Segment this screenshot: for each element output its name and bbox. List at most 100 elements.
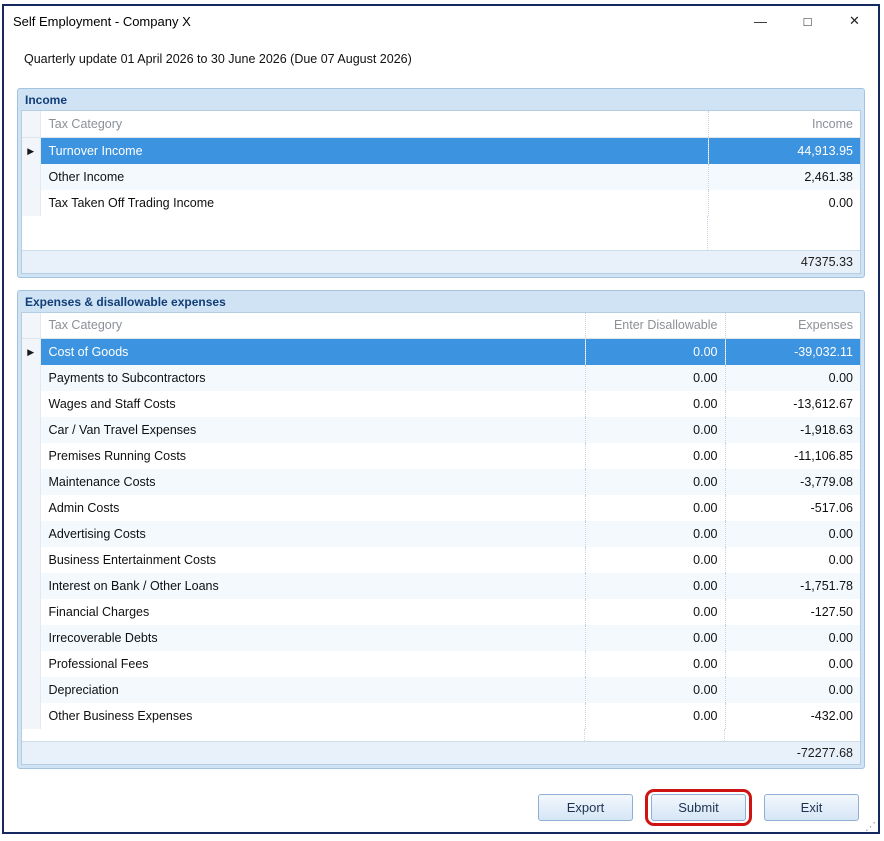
expense-row[interactable]: Premises Running Costs 0.00 -11,106.85 <box>22 443 860 469</box>
expenses-marker-header <box>22 312 41 339</box>
tax-category-cell: Wages and Staff Costs <box>40 391 586 417</box>
disallowable-value-cell[interactable]: 0.00 <box>585 547 726 573</box>
expenses-grid-empty-area <box>22 729 860 741</box>
window-controls: — □ ✕ <box>737 6 878 36</box>
submit-annotation-ring: Submit <box>645 789 752 826</box>
expenses-value-cell[interactable]: -127.50 <box>725 599 860 625</box>
tax-category-cell: Admin Costs <box>40 495 586 521</box>
income-row[interactable]: Other Income 2,461.38 <box>22 163 860 190</box>
tax-category-cell: Irrecoverable Debts <box>40 625 586 651</box>
expenses-total-value: -72277.68 <box>796 746 853 760</box>
expense-row[interactable]: Depreciation 0.00 0.00 <box>22 677 860 703</box>
window-title: Self Employment - Company X <box>13 13 191 29</box>
expenses-value-cell[interactable]: -11,106.85 <box>725 443 860 469</box>
disallowable-value-cell[interactable]: 0.00 <box>585 521 726 547</box>
expenses-value-cell[interactable]: 0.00 <box>725 547 860 573</box>
income-value-cell[interactable]: 2,461.38 <box>708 163 860 190</box>
expenses-value-cell[interactable]: -432.00 <box>725 703 860 729</box>
expense-row[interactable]: Wages and Staff Costs 0.00 -13,612.67 <box>22 391 860 417</box>
expenses-col-tax-category[interactable]: Tax Category <box>40 312 586 339</box>
disallowable-value-cell[interactable]: 0.00 <box>585 651 726 677</box>
disallowable-value-cell[interactable]: 0.00 <box>585 469 726 495</box>
expense-row[interactable]: Maintenance Costs 0.00 -3,779.08 <box>22 469 860 495</box>
income-row[interactable]: ▶ Turnover Income 44,913.95 <box>22 137 860 164</box>
row-marker-icon: ▶ <box>27 145 35 156</box>
expenses-value-cell[interactable]: 0.00 <box>725 651 860 677</box>
income-grid-empty-area <box>22 215 860 250</box>
tax-category-cell: Car / Van Travel Expenses <box>40 417 586 443</box>
expenses-rows: ▶ Cost of Goods 0.00 -39,032.11 Payments… <box>22 338 860 729</box>
disallowable-value-cell[interactable]: 0.00 <box>585 417 726 443</box>
income-value-cell[interactable]: 44,913.95 <box>708 137 860 164</box>
expense-row[interactable]: Advertising Costs 0.00 0.00 <box>22 521 860 547</box>
expense-row[interactable]: Interest on Bank / Other Loans 0.00 -1,7… <box>22 573 860 599</box>
disallowable-value-cell[interactable]: 0.00 <box>585 703 726 729</box>
export-button[interactable]: Export <box>538 794 633 821</box>
maximize-button[interactable]: □ <box>784 6 831 36</box>
submit-button[interactable]: Submit <box>651 794 746 821</box>
expenses-value-cell[interactable]: -13,612.67 <box>725 391 860 417</box>
expenses-value-cell[interactable]: -1,918.63 <box>725 417 860 443</box>
disallowable-value-cell[interactable]: 0.00 <box>585 495 726 521</box>
income-col-income[interactable]: Income <box>708 111 860 138</box>
row-marker-icon: ▶ <box>27 347 35 357</box>
row-marker-cell <box>22 677 41 703</box>
tax-category-cell: Interest on Bank / Other Loans <box>40 573 586 599</box>
expenses-value-cell[interactable]: 0.00 <box>725 521 860 547</box>
expense-row[interactable]: Car / Van Travel Expenses 0.00 -1,918.63 <box>22 417 860 443</box>
expenses-value-cell[interactable]: 0.00 <box>725 625 860 651</box>
expense-row[interactable]: Professional Fees 0.00 0.00 <box>22 651 860 677</box>
dialog-window: Self Employment - Company X — □ ✕ Quarte… <box>2 4 880 834</box>
exit-button[interactable]: Exit <box>764 794 859 821</box>
row-marker-cell <box>22 443 41 469</box>
row-marker-cell <box>22 703 41 729</box>
expense-row[interactable]: Admin Costs 0.00 -517.06 <box>22 495 860 521</box>
row-marker-cell <box>22 573 41 599</box>
expenses-col-expenses[interactable]: Expenses <box>725 312 860 339</box>
quarterly-update-label: Quarterly update 01 April 2026 to 30 Jun… <box>24 52 412 66</box>
disallowable-value-cell[interactable]: 0.00 <box>585 625 726 651</box>
expenses-col-enter-disallowable[interactable]: Enter Disallowable <box>585 312 726 339</box>
expenses-value-cell[interactable]: 0.00 <box>725 677 860 703</box>
disallowable-value-cell[interactable]: 0.00 <box>585 443 726 469</box>
disallowable-value-cell[interactable]: 0.00 <box>585 573 726 599</box>
income-group: Income Tax Category Income ▶ Turnover In… <box>17 88 865 278</box>
disallowable-value-cell[interactable]: 0.00 <box>585 599 726 625</box>
row-marker-cell <box>22 599 41 625</box>
income-total-bar: 47375.33 <box>22 249 860 273</box>
row-marker-cell <box>22 521 41 547</box>
expense-row[interactable]: Business Entertainment Costs 0.00 0.00 <box>22 547 860 573</box>
row-marker-cell <box>22 189 41 216</box>
disallowable-value-cell[interactable]: 0.00 <box>585 365 726 391</box>
expenses-value-cell[interactable]: -1,751.78 <box>725 573 860 599</box>
disallowable-value-cell[interactable]: 0.00 <box>585 338 726 365</box>
income-value-cell[interactable]: 0.00 <box>708 190 860 216</box>
expenses-value-cell[interactable]: -517.06 <box>725 495 860 521</box>
expenses-value-cell[interactable]: -39,032.11 <box>725 338 860 365</box>
expense-row[interactable]: Irrecoverable Debts 0.00 0.00 <box>22 625 860 651</box>
income-row[interactable]: Tax Taken Off Trading Income 0.00 <box>22 189 860 216</box>
expenses-header-row: Tax Category Enter Disallowable Expenses <box>22 312 860 339</box>
tax-category-cell: Turnover Income <box>40 137 709 164</box>
expenses-table: Tax Category Enter Disallowable Expenses… <box>22 312 860 729</box>
expense-row[interactable]: ▶ Cost of Goods 0.00 -39,032.11 <box>22 338 860 365</box>
expenses-group-title: Expenses & disallowable expenses <box>25 294 226 309</box>
maximize-icon: □ <box>803 13 812 29</box>
minimize-button[interactable]: — <box>737 6 784 36</box>
disallowable-value-cell[interactable]: 0.00 <box>585 391 726 417</box>
expenses-grid: Tax Category Enter Disallowable Expenses… <box>21 311 861 765</box>
income-col-tax-category[interactable]: Tax Category <box>40 111 709 138</box>
expense-row[interactable]: Other Business Expenses 0.00 -432.00 <box>22 703 860 729</box>
tax-category-cell: Cost of Goods <box>40 338 586 365</box>
tax-category-cell: Payments to Subcontractors <box>40 365 586 391</box>
row-marker-cell <box>22 495 41 521</box>
resize-grip[interactable]: ⋰ <box>865 822 876 833</box>
income-header-row: Tax Category Income <box>22 111 860 138</box>
income-rows: ▶ Turnover Income 44,913.95 Other Income… <box>22 137 860 216</box>
expenses-value-cell[interactable]: -3,779.08 <box>725 469 860 495</box>
expense-row[interactable]: Payments to Subcontractors 0.00 0.00 <box>22 365 860 391</box>
close-button[interactable]: ✕ <box>831 6 878 36</box>
expense-row[interactable]: Financial Charges 0.00 -127.50 <box>22 599 860 625</box>
expenses-value-cell[interactable]: 0.00 <box>725 365 860 391</box>
disallowable-value-cell[interactable]: 0.00 <box>585 677 726 703</box>
